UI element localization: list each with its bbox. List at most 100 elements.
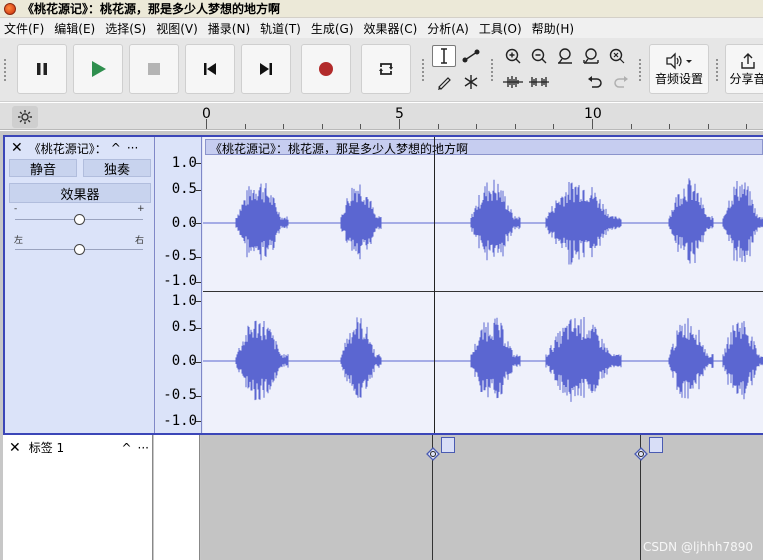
menu-edit[interactable]: 编辑(E) <box>54 20 95 37</box>
vruler-tick <box>196 328 201 329</box>
menu-help[interactable]: 帮助(H) <box>532 20 574 37</box>
zoom-out-icon <box>531 48 547 64</box>
ruler-tick <box>669 124 671 129</box>
vruler-label: -1.0 <box>163 273 197 289</box>
label-track-area[interactable]: CSDN @ljhhh7890 <box>201 435 763 560</box>
track-name[interactable]: 《桃花源记》： <box>29 140 107 157</box>
label-text-box[interactable] <box>441 437 455 453</box>
gain-plus-label: + <box>137 204 145 214</box>
menu-transport[interactable]: 播录(N) <box>208 20 250 37</box>
gain-slider-knob[interactable] <box>73 214 85 225</box>
menu-analyze[interactable]: 分析(A) <box>427 20 469 37</box>
envelope-tool-button[interactable] <box>459 45 483 67</box>
vruler-tick <box>196 282 201 283</box>
pause-icon <box>37 63 47 75</box>
toolbar-grip-icon[interactable] <box>638 58 642 82</box>
share-audio-button[interactable]: 分享音 <box>725 44 763 94</box>
clip-title-bar[interactable]: 《桃花源记》：桃花源，那是多少人梦想的地方啊 <box>205 139 763 155</box>
menu-generate[interactable]: 生成(G) <box>311 20 354 37</box>
menu-tools[interactable]: 工具(O) <box>479 20 522 37</box>
fit-selection-button[interactable] <box>553 45 577 67</box>
menu-effect[interactable]: 效果器(C) <box>364 20 418 37</box>
audio-setup-button[interactable]: 音频设置 <box>649 44 709 94</box>
timeline-settings-button[interactable] <box>12 106 38 128</box>
solo-button[interactable]: 独奏 <box>83 159 151 178</box>
trim-audio-icon <box>503 76 523 88</box>
mute-button[interactable]: 静音 <box>9 159 77 178</box>
toolbar-grip-icon[interactable] <box>490 58 494 82</box>
draw-tool-button[interactable] <box>432 71 456 93</box>
play-button[interactable] <box>73 44 123 94</box>
menu-tracks[interactable]: 轨道(T) <box>260 20 301 37</box>
play-icon <box>92 61 106 77</box>
channel-separator <box>203 291 763 292</box>
redo-button[interactable] <box>609 71 633 93</box>
fit-project-button[interactable] <box>579 45 603 67</box>
vruler-label: -0.5 <box>163 387 197 403</box>
collapse-label-track-icon[interactable]: ^ <box>121 441 131 455</box>
vruler-tick <box>196 421 201 422</box>
vruler-label: 1.0 <box>171 293 197 309</box>
vruler-tick <box>196 257 201 258</box>
toolbar-grip-icon[interactable] <box>3 58 7 82</box>
zoom-in-icon <box>505 48 521 64</box>
track-control-panel[interactable]: ✕ 《桃花源记》： ^ ··· 静音 独奏 效果器 - + 左 右 <box>5 137 155 433</box>
label-text-box[interactable] <box>649 437 663 453</box>
ruler-tick <box>707 124 709 129</box>
vruler-label: -1.0 <box>163 413 197 429</box>
collapse-track-icon[interactable]: ^ <box>111 141 121 155</box>
undo-icon <box>588 76 602 88</box>
gear-icon <box>18 110 32 124</box>
vertical-ruler[interactable]: 1.0 0.5 0.0 -0.5 -1.0 1.0 0.5 0.0 -0.5 -… <box>156 137 202 433</box>
zoom-toggle-button[interactable] <box>605 45 629 67</box>
undo-button[interactable] <box>583 71 607 93</box>
toolbar-grip-icon[interactable] <box>421 58 425 82</box>
skip-to-start-button[interactable] <box>185 44 235 94</box>
loop-button[interactable] <box>361 44 411 94</box>
trim-audio-button[interactable] <box>501 71 525 93</box>
zoom-in-button[interactable] <box>501 45 525 67</box>
waveform-channel <box>235 317 763 402</box>
audio-track: ✕ 《桃花源记》： ^ ··· 静音 独奏 效果器 - + 左 右 1.0 0.… <box>3 135 763 435</box>
close-track-icon[interactable]: ✕ <box>11 140 23 156</box>
selection-tool-button[interactable] <box>432 45 456 67</box>
label-track-name[interactable]: 标签 1 <box>29 439 64 456</box>
app-logo-icon <box>4 2 16 15</box>
skip-to-end-button[interactable] <box>241 44 291 94</box>
close-label-track-icon[interactable]: ✕ <box>9 440 21 456</box>
zoom-toggle-icon <box>609 48 625 64</box>
label-handle-icon[interactable] <box>425 447 441 467</box>
menu-file[interactable]: 文件(F) <box>4 20 44 37</box>
ruler-tick <box>476 124 478 129</box>
timeline-ruler[interactable]: 0 5 10 <box>0 103 763 130</box>
fit-project-icon <box>583 48 599 64</box>
label-track: ✕ 标签 1 ^ ··· CSDN @ljhhh7890 <box>3 435 763 560</box>
label-track-menu-icon[interactable]: ··· <box>138 441 149 455</box>
effects-button[interactable]: 效果器 <box>9 183 151 203</box>
multi-tool-button[interactable] <box>459 71 483 93</box>
vruler-tick <box>196 190 201 191</box>
vruler-label: 0.0 <box>171 353 197 369</box>
toolbar-grip-icon[interactable] <box>715 58 719 82</box>
ruler-label-10: 10 <box>584 106 602 122</box>
label-handle-icon[interactable] <box>633 447 649 467</box>
record-button[interactable] <box>301 44 351 94</box>
gain-minus-label: - <box>14 204 18 214</box>
pan-slider-knob[interactable] <box>73 244 85 255</box>
track-header: ✕ 《桃花源记》： ^ ··· <box>5 139 155 157</box>
toolbar: 音频设置 分享音 <box>0 38 763 102</box>
silence-audio-button[interactable] <box>527 71 551 93</box>
menu-select[interactable]: 选择(S) <box>105 20 146 37</box>
zoom-out-button[interactable] <box>527 45 551 67</box>
stop-button[interactable] <box>129 44 179 94</box>
menu-view[interactable]: 视图(V) <box>156 20 198 37</box>
ruler-tick <box>283 124 285 129</box>
pause-button[interactable] <box>17 44 67 94</box>
ruler-tick <box>321 124 323 129</box>
ruler-label-5: 5 <box>395 106 404 122</box>
vruler-label: -0.5 <box>163 248 197 264</box>
waveform-area[interactable]: 《桃花源记》：桃花源，那是多少人梦想的地方啊 <box>203 137 763 433</box>
label-track-control-panel[interactable]: ✕ 标签 1 ^ ··· <box>3 435 153 560</box>
share-label: 分享音 <box>729 71 763 86</box>
track-menu-icon[interactable]: ··· <box>127 141 138 155</box>
